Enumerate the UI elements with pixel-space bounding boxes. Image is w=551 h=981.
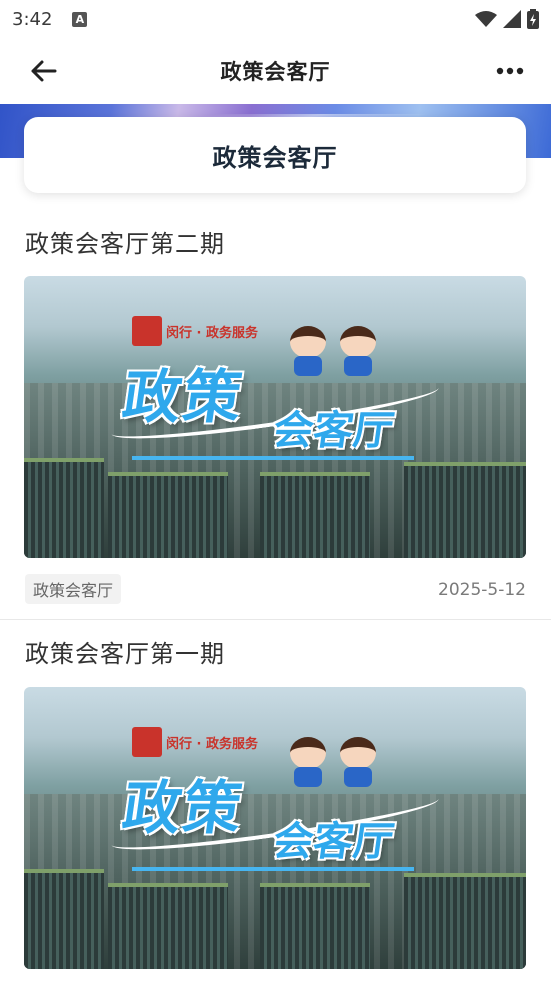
hero-title-card: 政策会客厅	[24, 117, 526, 193]
logo-text: 闵行 · 政务服务	[166, 325, 258, 341]
logo-mark-icon	[132, 316, 162, 346]
building-shape	[260, 883, 370, 969]
article-thumbnail[interactable]: 闵行 · 政务服务 政策 会客厅	[24, 687, 526, 969]
category-tag: 政策会客厅	[25, 574, 122, 604]
thumbnail-headline: 政策	[118, 774, 249, 842]
article-item[interactable]: 政策会客厅第一期 闵行 · 政务服务 政策 会客厅	[0, 620, 551, 981]
article-item[interactable]: 政策会客厅第二期 闵行 · 政务服务 政策 会客厅 政策会客厅 2025-5-1…	[0, 210, 551, 620]
article-title: 政策会客厅第二期	[25, 230, 225, 258]
building-shape	[108, 472, 228, 558]
status-time: 3:42	[12, 8, 53, 30]
mascots	[286, 318, 380, 376]
mascot-girl	[286, 729, 330, 787]
arrow-left-icon	[31, 60, 57, 82]
mascot-boy	[336, 318, 380, 376]
app-bar: 政策会客厅	[0, 38, 551, 104]
page-title: 政策会客厅	[220, 60, 331, 84]
wifi-icon	[475, 11, 497, 27]
building-shape	[404, 873, 526, 969]
logo-text: 闵行 · 政务服务	[166, 736, 258, 752]
more-horizontal-icon	[496, 67, 524, 75]
logo-mark-icon	[132, 727, 162, 757]
thumbnail-logo: 闵行 · 政务服务	[132, 727, 258, 757]
thumbnail-headline: 政策	[118, 363, 249, 431]
mascot-girl	[286, 318, 330, 376]
building-shape	[24, 869, 104, 969]
more-button[interactable]	[493, 54, 527, 88]
signal-icon	[503, 10, 521, 28]
back-button[interactable]	[26, 54, 60, 88]
building-shape	[404, 462, 526, 558]
publish-date: 2025-5-12	[438, 580, 526, 600]
building-shape	[24, 458, 104, 558]
thumbnail-underline	[132, 867, 414, 871]
article-thumbnail[interactable]: 闵行 · 政务服务 政策 会客厅	[24, 276, 526, 558]
thumbnail-subheadline: 会客厅	[270, 819, 397, 865]
thumbnail-logo: 闵行 · 政务服务	[132, 316, 258, 346]
status-bar: 3:42 A	[0, 0, 551, 38]
mascot-boy	[336, 729, 380, 787]
thumbnail-subheadline: 会客厅	[270, 408, 397, 454]
mascots	[286, 729, 380, 787]
building-shape	[260, 472, 370, 558]
article-title: 政策会客厅第一期	[25, 640, 225, 668]
thumbnail-underline	[132, 456, 414, 460]
font-a-icon: A	[72, 11, 88, 27]
building-shape	[108, 883, 228, 969]
battery-charging-icon	[527, 9, 539, 29]
